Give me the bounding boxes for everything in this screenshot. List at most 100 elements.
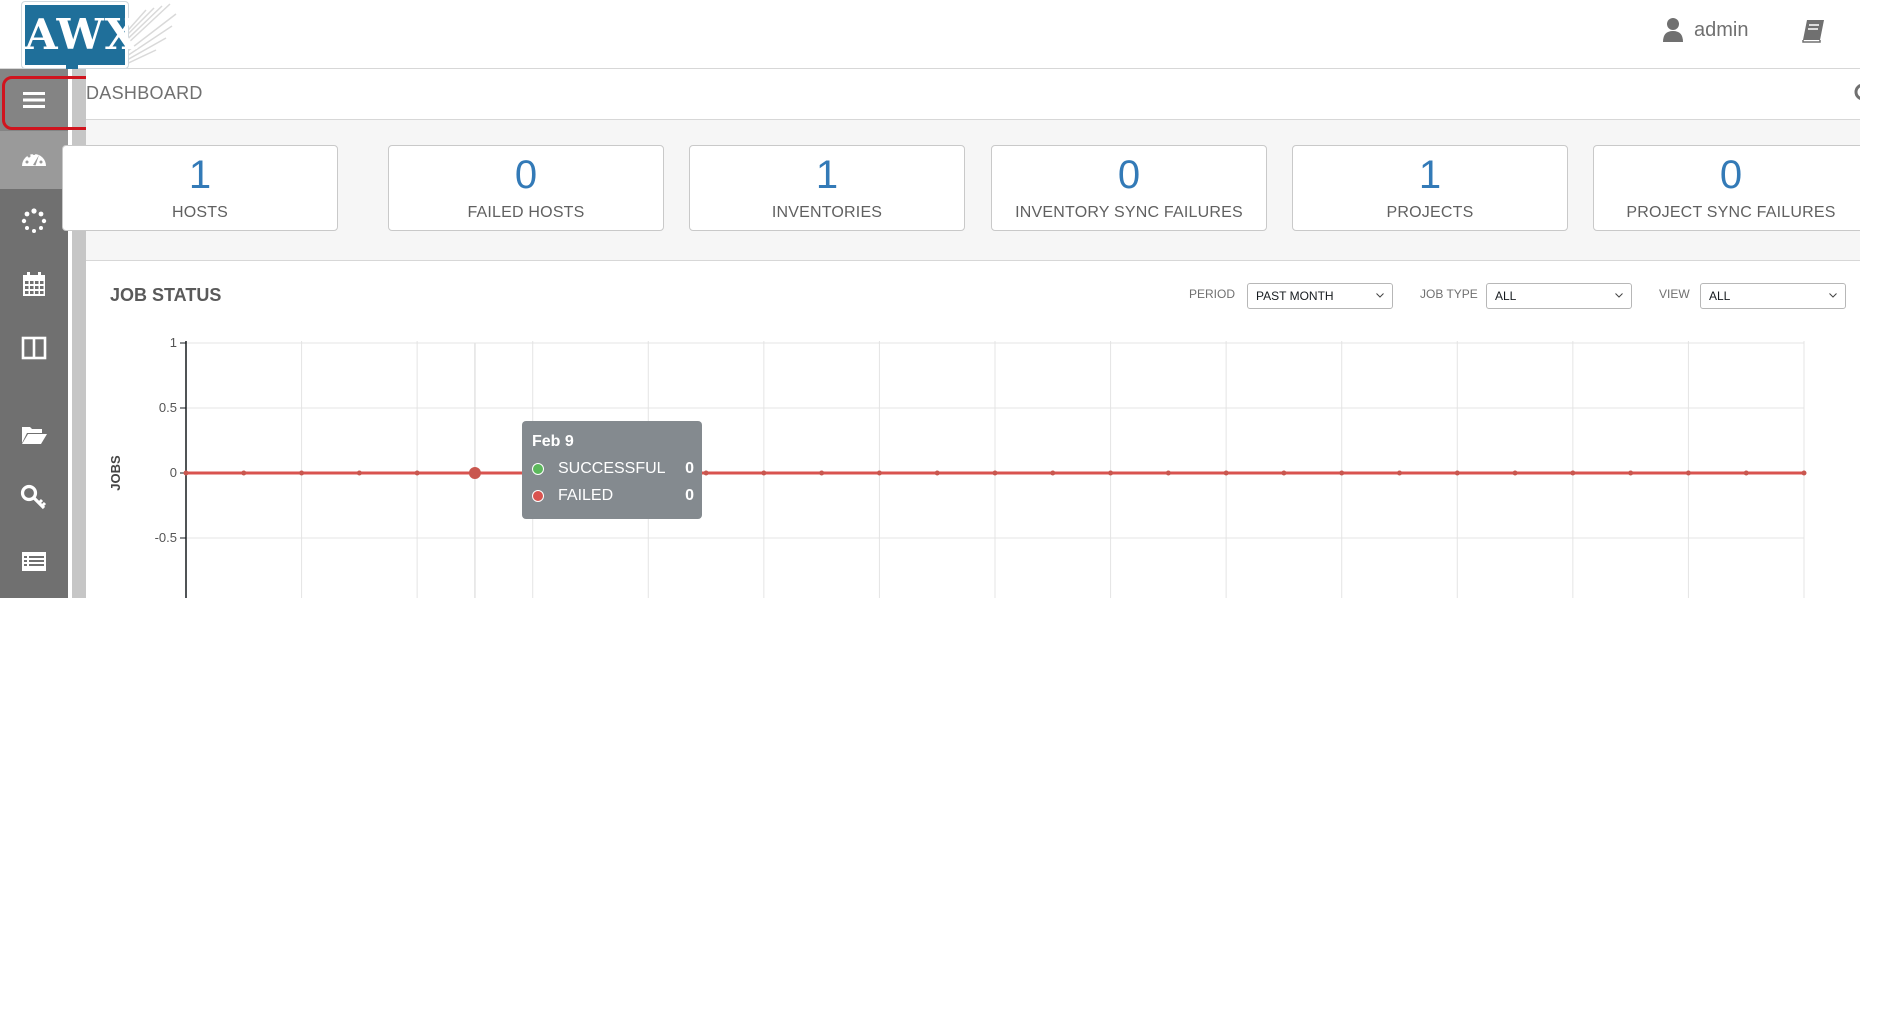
job-status-panel: 1 0.5 0 -0.5 JOBS JOB STATUS PERIOD PAST MON… [86,261,1860,598]
count-label: PROJECTS [1386,204,1474,221]
data-point [992,470,998,476]
period-value: PAST MONTH [1256,289,1334,303]
list-icon [22,552,46,571]
tooltip-label: FAILED [558,487,614,504]
failed-dot-icon [532,490,544,502]
sidebar-item-portal[interactable] [0,320,68,376]
sidebar-item-credentials[interactable] [0,470,68,526]
data-point [414,470,420,476]
menu-toggle-highlight [2,76,98,130]
sidebar-item-schedules[interactable] [0,256,68,312]
data-point [1628,470,1634,476]
count-card-inventories[interactable]: 1 INVENTORIES [689,145,965,231]
period-select[interactable]: PAST MONTH [1247,283,1393,309]
user-menu[interactable]: admin [1662,14,1748,46]
job-type-label: JOB TYPE [1420,287,1478,301]
data-point [876,470,882,476]
chevron-down-icon [1829,293,1837,298]
count-value: 0 [1117,153,1141,197]
dashboard-gauge-icon [22,152,46,166]
awx-app: AWX admin DASHBOARD 1 HOSTS 0 FAILED HOS… [0,0,1860,598]
count-card-projects[interactable]: 1 PROJECTS [1292,145,1568,231]
sidebar-item-projects[interactable] [0,407,68,463]
count-label: HOSTS [171,204,229,221]
period-label: PERIOD [1189,287,1236,301]
job-type-select[interactable]: ALL [1486,283,1632,309]
chevron-down-icon [1376,293,1384,298]
y-axis-label: JOBS [108,455,123,491]
count-value: 1 [188,153,212,197]
y-tick-label: 0 [170,465,177,480]
view-value: ALL [1709,289,1731,303]
tooltip-value: 0 [685,460,694,477]
breadcrumb-dashboard: DASHBOARD [86,83,203,103]
data-point [299,470,305,476]
count-value: 1 [1418,153,1442,197]
view-label: VIEW [1659,287,1690,301]
columns-icon [21,336,47,360]
count-card-inventory-sync-failures[interactable]: 0 INVENTORY SYNC FAILURES [991,145,1267,231]
data-point [819,470,825,476]
data-point [1685,470,1691,476]
spinner-icon [21,208,47,233]
data-point [1050,470,1056,476]
job-type-value: ALL [1495,289,1517,303]
data-point [241,470,247,476]
data-point [703,470,709,476]
book-icon[interactable] [1800,18,1826,44]
data-point [1281,470,1287,476]
count-value: 0 [514,153,538,197]
count-label: INVENTORIES [771,204,883,221]
data-point [1743,470,1749,476]
y-tick-label: 1 [170,335,177,350]
data-point [1223,470,1229,476]
key-icon [20,484,47,510]
count-card-failed-hosts[interactable]: 0 FAILED HOSTS [388,145,664,231]
data-point [356,470,362,476]
top-header: AWX admin [0,0,1860,70]
activity-stream-icon[interactable] [1851,80,1860,104]
successful-dot-icon [532,463,544,475]
data-point [1570,470,1576,476]
chart-tooltip: Feb 9 SUCCESSFUL 0 FAILED 0 [522,421,702,519]
tooltip-row-failed: FAILED 0 [532,487,694,507]
chevron-down-icon [1615,293,1623,298]
user-icon [1663,18,1683,42]
data-point [1339,470,1345,476]
tooltip-value: 0 [685,487,694,504]
count-value: 1 [815,153,839,197]
count-label: FAILED HOSTS [467,204,585,221]
data-point [468,467,481,479]
tooltip-date: Feb 9 [532,433,574,450]
job-status-title: JOB STATUS [110,285,222,305]
count-value: 0 [1719,153,1743,197]
y-tick-label: 0.5 [159,400,177,415]
count-label: PROJECT SYNC FAILURES [1626,204,1836,221]
data-point [183,470,189,476]
data-point [934,470,940,476]
data-point [761,470,767,476]
tooltip-row-successful: SUCCESSFUL 0 [532,460,694,480]
view-select[interactable]: ALL [1700,283,1846,309]
data-point [1165,470,1171,476]
data-point [1108,470,1114,476]
tooltip-label: SUCCESSFUL [558,460,666,477]
y-tick-label: -0.5 [155,530,177,545]
dashboard-counts: 1 HOSTS 0 FAILED HOSTS 1 INVENTORIES 0 I… [62,120,1860,261]
data-point [1397,470,1402,476]
awx-logo[interactable]: AWX [22,2,137,68]
data-point [1801,470,1807,476]
user-name[interactable]: admin [1694,19,1748,42]
sidebar-item-dashboard[interactable] [0,131,68,189]
data-point [1512,470,1518,476]
count-card-hosts[interactable]: 1 HOSTS [62,145,338,231]
sidebar-item-jobs[interactable] [0,193,68,249]
folder-open-icon [22,427,47,444]
breadcrumb-bar: DASHBOARD [86,69,1860,120]
data-point [1454,470,1460,476]
calendar-icon [23,272,45,296]
job-status-chart: 1 0.5 0 -0.5 JOBS [108,335,1807,598]
count-label: INVENTORY SYNC FAILURES [1015,204,1243,221]
sidebar-item-inventories[interactable] [0,533,68,589]
count-card-project-sync-failures[interactable]: 0 PROJECT SYNC FAILURES [1593,145,1860,231]
